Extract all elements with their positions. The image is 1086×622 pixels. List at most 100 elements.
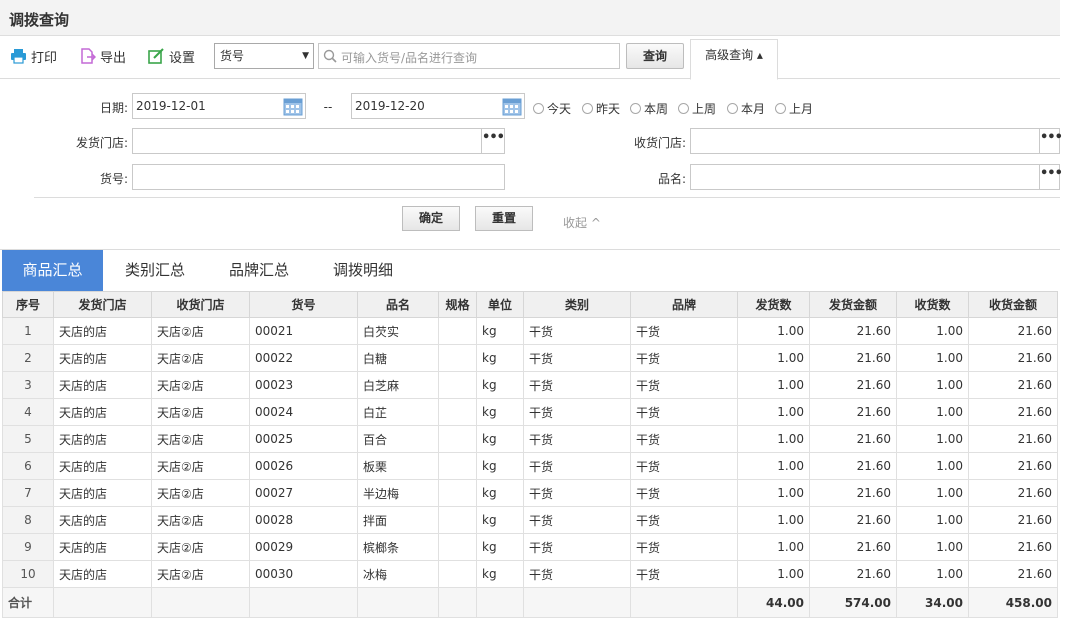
radio-this-week[interactable]: 本周 bbox=[630, 100, 668, 117]
calendar-icon[interactable] bbox=[502, 96, 522, 116]
item-name-picker-button[interactable]: ••• bbox=[1039, 164, 1063, 190]
settings-label: 设置 bbox=[169, 50, 196, 66]
date-to-input[interactable]: 2019-12-20 bbox=[351, 93, 525, 119]
date-from-value: 2019-12-01 bbox=[136, 99, 206, 113]
column-header[interactable]: 货号 bbox=[249, 291, 358, 318]
column-header[interactable]: 收货金额 bbox=[968, 291, 1058, 318]
column-header[interactable]: 序号 bbox=[2, 291, 54, 318]
row-index-cell: 1 bbox=[2, 317, 54, 345]
radio-today[interactable]: 今天 bbox=[533, 100, 571, 117]
table-row[interactable]: 9 天店的店 天店②店 00029 槟榔条 kg 干货 干货 1.00 21.60 1.00 21.6… bbox=[2, 533, 1058, 561]
table-total-row[interactable]: 合计 44.00 574.00 34.00 458.00 bbox=[2, 587, 1058, 618]
table-cell: 天店的店 bbox=[53, 398, 152, 426]
calendar-icon[interactable] bbox=[283, 96, 303, 116]
reset-button[interactable]: 重置 bbox=[475, 206, 533, 231]
table-row[interactable]: 4 天店的店 天店②店 00024 白芷 kg 干货 干货 1.00 21.60 1.00 21.60 bbox=[2, 398, 1058, 426]
table-cell: 21.60 bbox=[968, 425, 1058, 453]
table-row[interactable]: 7 天店的店 天店②店 00027 半边梅 kg 干货 干货 1.00 21.60 1.00 21.6… bbox=[2, 479, 1058, 507]
table-cell: 干货 bbox=[630, 506, 738, 534]
table-row[interactable]: 3 天店的店 天店②店 00023 白芝麻 kg 干货 干货 1.00 21.60 1.00 21.6… bbox=[2, 371, 1058, 399]
table-cell: 干货 bbox=[630, 344, 738, 372]
table-row[interactable]: 1 天店的店 天店②店 00021 白芡实 kg 干货 干货 1.00 21.60 1.00 21.6… bbox=[2, 317, 1058, 345]
tab-product-summary[interactable]: 商品汇总 bbox=[2, 250, 103, 291]
radio-this-month[interactable]: 本月 bbox=[727, 100, 765, 117]
table-cell: 天店②店 bbox=[151, 317, 250, 345]
table-cell: 21.60 bbox=[809, 452, 897, 480]
confirm-button[interactable]: 确定 bbox=[402, 206, 460, 231]
radio-circle[interactable] bbox=[775, 103, 786, 114]
item-no-input[interactable] bbox=[132, 164, 505, 190]
search-field-select[interactable]: 货号 ▼ bbox=[214, 43, 314, 69]
column-header[interactable]: 品名 bbox=[357, 291, 439, 318]
table-cell: 槟榔条 bbox=[357, 533, 439, 561]
search-input[interactable]: 可输入货号/品名进行查询 bbox=[318, 43, 620, 69]
from-store-picker-button[interactable]: ••• bbox=[481, 128, 505, 154]
tab-category-summary[interactable]: 类别汇总 bbox=[110, 250, 200, 291]
row-index-cell: 8 bbox=[2, 506, 54, 534]
radio-label: 今天 bbox=[547, 102, 572, 116]
settings-button[interactable]: 设置 bbox=[148, 46, 195, 66]
table-cell: kg bbox=[476, 452, 524, 480]
table-cell: 00023 bbox=[249, 371, 358, 399]
column-header[interactable]: 发货门店 bbox=[53, 291, 152, 318]
table-cell: 白芡实 bbox=[357, 317, 439, 345]
table-header-row: 序号 发货门店 收货门店 货号 品名 规格 单位 类别 品牌 发货数 发货金额 … bbox=[2, 291, 1058, 318]
column-header[interactable]: 发货数 bbox=[737, 291, 810, 318]
table-cell: 拌面 bbox=[357, 506, 439, 534]
table-cell bbox=[438, 533, 477, 561]
row-index-cell: 9 bbox=[2, 533, 54, 561]
radio-circle[interactable] bbox=[678, 103, 689, 114]
table-row[interactable]: 5 天店的店 天店②店 00025 百合 kg 干货 干货 1.00 21.60 1.00 21.60 bbox=[2, 425, 1058, 453]
table-cell: kg bbox=[476, 398, 524, 426]
table-cell: 天店②店 bbox=[151, 344, 250, 372]
table-cell: 00029 bbox=[249, 533, 358, 561]
query-button[interactable]: 查询 bbox=[626, 43, 684, 69]
print-button[interactable]: 打印 bbox=[10, 46, 57, 66]
to-store-input[interactable] bbox=[690, 128, 1040, 154]
table-cell bbox=[438, 317, 477, 345]
table-cell: 1.00 bbox=[896, 425, 969, 453]
table-body: 1 天店的店 天店②店 00021 白芡实 kg 干货 干货 1.00 21.60 1.00 21.6… bbox=[2, 317, 1058, 618]
item-name-input[interactable] bbox=[690, 164, 1040, 190]
date-from-input[interactable]: 2019-12-01 bbox=[132, 93, 306, 119]
table-cell: 1.00 bbox=[737, 533, 810, 561]
from-store-input[interactable] bbox=[132, 128, 482, 154]
table-row[interactable]: 2 天店的店 天店②店 00022 白糖 kg 干货 干货 1.00 21.60 1.00 21.60 bbox=[2, 344, 1058, 372]
table-cell: 00026 bbox=[249, 452, 358, 480]
item-name-label: 品名: bbox=[657, 172, 686, 186]
table-cell: 1.00 bbox=[896, 533, 969, 561]
radio-circle[interactable] bbox=[630, 103, 641, 114]
column-header[interactable]: 单位 bbox=[476, 291, 524, 318]
radio-last-week[interactable]: 上周 bbox=[678, 100, 716, 117]
tab-brand-summary[interactable]: 品牌汇总 bbox=[213, 250, 305, 291]
column-header[interactable]: 发货金额 bbox=[809, 291, 897, 318]
radio-yesterday[interactable]: 昨天 bbox=[582, 100, 620, 117]
export-button[interactable]: 导出 bbox=[80, 46, 126, 66]
column-header[interactable]: 收货门店 bbox=[151, 291, 250, 318]
radio-circle[interactable] bbox=[582, 103, 593, 114]
radio-last-month[interactable]: 上月 bbox=[775, 100, 813, 117]
table-row[interactable]: 10 天店的店 天店②店 00030 冰梅 kg 干货 干货 1.00 21.60 1.00 21.6… bbox=[2, 560, 1058, 588]
table-cell: 21.60 bbox=[968, 533, 1058, 561]
table-row[interactable]: 6 天店的店 天店②店 00026 板栗 kg 干货 干货 1.00 21.60 1.00 21.60 bbox=[2, 452, 1058, 480]
radio-circle[interactable] bbox=[727, 103, 738, 114]
radio-label: 本周 bbox=[644, 102, 669, 116]
to-store-picker-button[interactable]: ••• bbox=[1039, 128, 1063, 154]
table-cell: 干货 bbox=[523, 371, 631, 399]
column-header[interactable]: 类别 bbox=[523, 291, 631, 318]
column-header[interactable]: 收货数 bbox=[896, 291, 969, 318]
row-index-cell: 3 bbox=[2, 371, 54, 399]
column-header[interactable]: 品牌 bbox=[630, 291, 738, 318]
table-cell: 天店②店 bbox=[151, 371, 250, 399]
column-header[interactable]: 规格 bbox=[438, 291, 477, 318]
collapse-link[interactable]: 收起 ^ bbox=[563, 214, 601, 231]
table-row[interactable]: 8 天店的店 天店②店 00028 拌面 kg 干货 干货 1.00 21.60 1.00 21.60 bbox=[2, 506, 1058, 534]
table-cell: 21.60 bbox=[968, 452, 1058, 480]
tab-transfer-detail[interactable]: 调拨明细 bbox=[318, 250, 408, 291]
table-cell: 21.60 bbox=[809, 317, 897, 345]
total-label-cell: 合计 bbox=[2, 587, 54, 618]
table-cell: 21.60 bbox=[809, 479, 897, 507]
advanced-query-tab[interactable]: 高级查询 ▴ bbox=[690, 39, 778, 80]
table-cell: 21.60 bbox=[809, 560, 897, 588]
radio-circle[interactable] bbox=[533, 103, 544, 114]
